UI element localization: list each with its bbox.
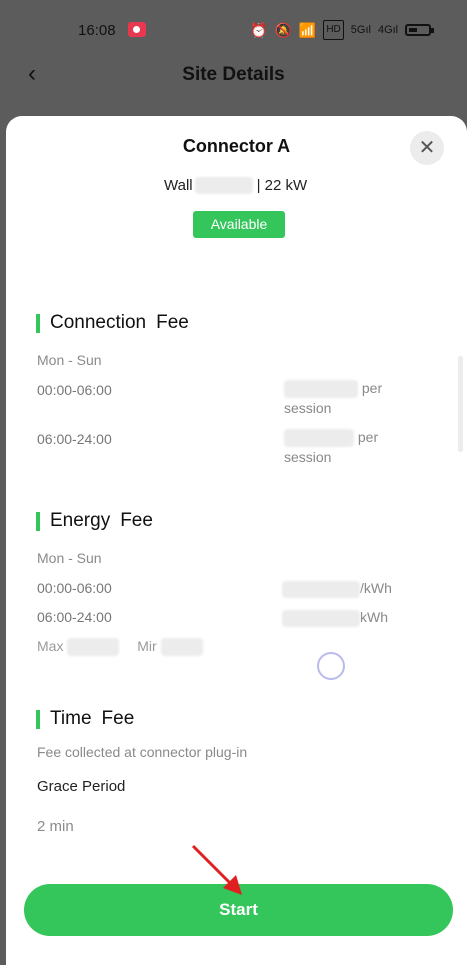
section-bar [36, 709, 40, 729]
energy-days: Mon - Sun [37, 550, 102, 566]
redacted-text [194, 177, 253, 194]
signal-5g-icon: 5Gıl [350, 24, 371, 36]
mute-icon: 🔕 [274, 22, 292, 38]
screen: 16:08 ⏰ 🔕 📶 HD 5Gıl 4Gıl ‹ Site Details … [0, 0, 467, 965]
connection-time-2: 06:00-24:00 [37, 431, 112, 447]
redacted-text [67, 638, 120, 657]
close-button[interactable]: ✕ [410, 131, 444, 165]
section-bar [36, 511, 40, 531]
price-unit: per [361, 380, 383, 396]
fee-heading-word: Fee [120, 510, 153, 531]
connector-sheet: Connector A ✕ Wall | 22 kW Available Con… [6, 116, 467, 965]
energy-heading-word: Energy [50, 510, 111, 531]
wifi-icon: 📶 [298, 22, 317, 38]
redacted-text [282, 580, 360, 598]
energy-time-1: 00:00-06:00 [37, 580, 112, 596]
time-heading-word: Time [50, 708, 92, 729]
connection-price-2: per session [284, 427, 378, 467]
energy-max-min: Max Mir [37, 638, 203, 657]
scroll-indicator[interactable] [458, 356, 463, 452]
price-unit-2: session [284, 400, 332, 417]
battery-icon [405, 24, 435, 36]
fee-heading-word: Fee [156, 312, 189, 333]
price-unit: per [357, 429, 379, 445]
signal-4g-icon: 4Gıl [377, 24, 399, 36]
fee-heading-word: Fee [101, 708, 135, 729]
status-time: 16:08 [78, 22, 116, 39]
record-icon [128, 22, 146, 37]
close-icon: ✕ [418, 137, 436, 159]
redacted-text [284, 380, 358, 399]
hd-icon: HD [323, 20, 344, 40]
time-fee-note: Fee collected at connector plug-in [37, 744, 248, 760]
status-icons: ⏰ 🔕 📶 HD 5Gıl 4Gıl [250, 20, 435, 40]
energy-price-1: /kWh [282, 578, 392, 598]
energy-time-2: 06:00-24:00 [37, 609, 112, 625]
grace-period-label: Grace Period [37, 778, 126, 795]
max-label: Max [37, 638, 64, 654]
annotation-arrow-icon [191, 844, 242, 895]
grace-period-value: 2 min [37, 818, 74, 835]
connector-title: Connector A [182, 136, 291, 156]
redacted-text [284, 429, 354, 448]
connection-heading-word: Connection [50, 312, 147, 333]
price-unit: kWh [360, 609, 388, 625]
connector-subtitle: Wall | 22 kW [164, 177, 307, 194]
min-label: Mir [137, 638, 157, 654]
price-unit: /kWh [360, 580, 392, 596]
energy-price-2: kWh [282, 607, 388, 627]
connection-price-1: per session [284, 378, 382, 418]
redacted-text [160, 638, 203, 657]
energy-fee-heading: Energy Fee [36, 510, 153, 532]
time-fee-heading: Time Fee [36, 708, 134, 730]
price-unit-2: session [284, 449, 332, 466]
top-bar: ‹ Site Details [0, 50, 467, 100]
page-title: Site Details [182, 64, 285, 85]
connection-days: Mon - Sun [37, 352, 102, 368]
status-badge: Available [193, 211, 285, 238]
alarm-icon: ⏰ [250, 22, 268, 38]
redacted-text [282, 609, 360, 627]
subtitle-suffix: | 22 kW [256, 177, 308, 194]
loading-spinner-icon [317, 652, 345, 680]
subtitle-prefix: Wall [164, 177, 193, 194]
section-bar [36, 313, 40, 333]
connection-time-1: 00:00-06:00 [37, 382, 112, 398]
connection-fee-heading: Connection Fee [36, 312, 189, 334]
